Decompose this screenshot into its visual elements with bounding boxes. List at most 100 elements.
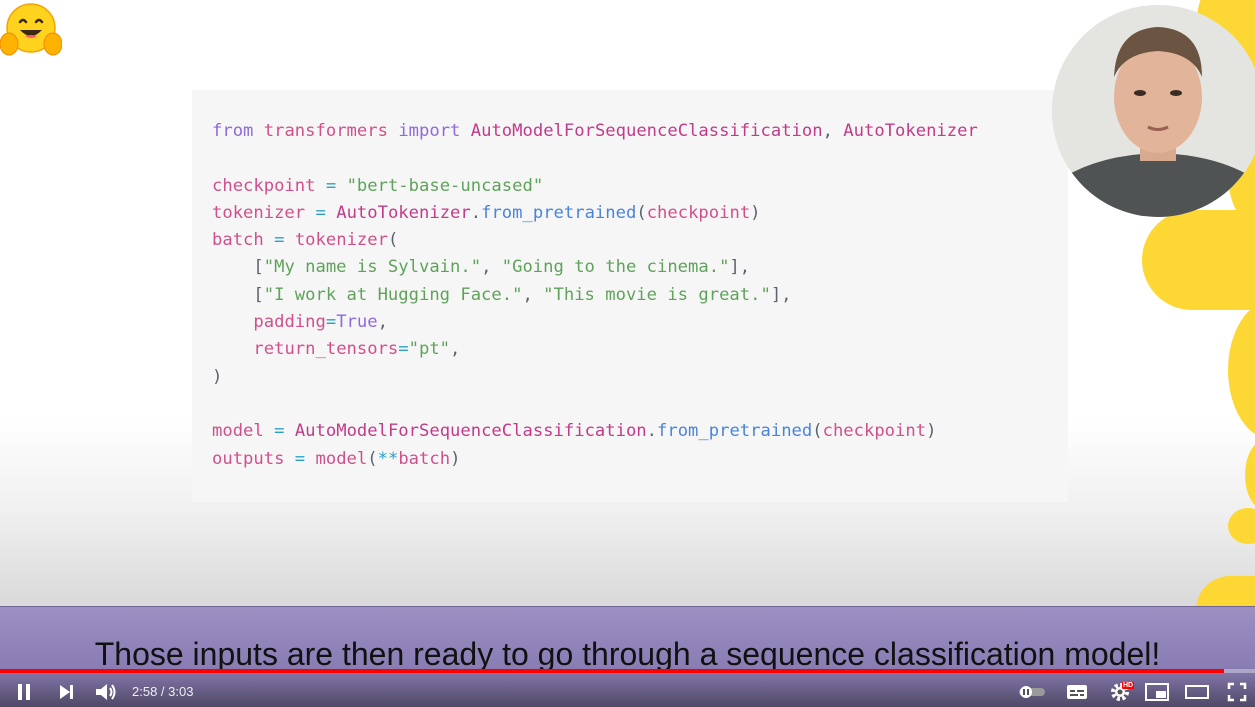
decorative-blob <box>1142 210 1255 310</box>
hugging-face-emoji-icon <box>0 3 62 56</box>
code-token: "Going to the cinema." <box>501 257 730 278</box>
volume-icon <box>96 683 116 700</box>
code-block: from transformers import AutoModelForSeq… <box>212 118 978 473</box>
theater-mode-button[interactable] <box>1182 676 1212 707</box>
code-token: = <box>398 339 409 360</box>
fullscreen-icon <box>1227 682 1247 701</box>
subtitles-button[interactable] <box>1062 676 1092 707</box>
code-token: . <box>646 421 658 442</box>
code-token: AutoModelForSequenceClassification <box>294 421 647 442</box>
code-token: "pt" <box>408 339 451 360</box>
code-token: "This movie is great." <box>543 284 771 305</box>
code-token: checkpoint <box>646 202 751 223</box>
presenter-illustration <box>1052 5 1255 217</box>
code-token: ( <box>387 230 399 251</box>
code-token: , <box>377 312 388 333</box>
code-line: ["I work at Hugging Face.", "This movie … <box>212 282 978 309</box>
code-token: tokenizer <box>294 230 388 251</box>
code-token: [ <box>212 284 264 305</box>
settings-button[interactable]: HD <box>1104 676 1136 707</box>
code-token: , <box>822 121 844 141</box>
time-display: 2:58 / 3:03 <box>132 684 194 699</box>
subtitles-icon <box>1067 684 1087 699</box>
video-frame[interactable]: from transformers import AutoModelForSeq… <box>0 0 1255 707</box>
code-token: ( <box>812 421 823 442</box>
code-line: model = AutoModelForSequenceClassificati… <box>212 418 978 445</box>
code-token: ], <box>770 284 792 305</box>
code-token: outputs <box>212 448 285 469</box>
code-token: = <box>274 421 285 442</box>
code-token: [ <box>212 257 264 278</box>
code-token: import <box>398 121 461 141</box>
volume-button[interactable] <box>92 676 120 707</box>
code-line: batch = tokenizer( <box>212 227 978 254</box>
code-token: tokenizer <box>212 202 306 223</box>
code-line: ) <box>212 364 978 391</box>
code-token: , <box>522 284 544 305</box>
code-line: tokenizer = AutoTokenizer.from_pretraine… <box>212 200 978 227</box>
miniplayer-button[interactable] <box>1142 676 1172 707</box>
code-token: return_tensors <box>253 339 399 360</box>
code-token: ) <box>450 448 461 469</box>
next-button[interactable] <box>52 676 80 707</box>
code-token: from <box>212 121 254 141</box>
progress-fill <box>0 669 1224 673</box>
code-line: padding=True, <box>212 309 978 336</box>
code-token: ) <box>926 421 937 442</box>
code-line: checkpoint = "bert-base-uncased" <box>212 173 978 200</box>
code-token: batch <box>398 448 451 469</box>
code-line: outputs = model(**batch) <box>212 446 978 473</box>
autoplay-toggle-icon <box>1019 685 1045 698</box>
code-line: from transformers import AutoModelForSeq… <box>212 118 978 145</box>
code-token: model <box>212 421 264 442</box>
code-token: padding <box>253 312 326 333</box>
code-token: "My name is Sylvain." <box>263 257 482 278</box>
next-icon <box>60 684 73 699</box>
code-token: ) <box>212 366 223 387</box>
code-token: ( <box>367 448 378 469</box>
autoplay-toggle[interactable] <box>1016 676 1048 707</box>
code-token: batch <box>212 230 264 251</box>
code-token: = <box>315 202 326 223</box>
code-token: . <box>470 202 482 223</box>
code-token: True <box>336 312 378 333</box>
code-token: AutoModelForSequenceClassification <box>470 121 823 141</box>
presenter-webcam <box>1052 5 1255 217</box>
code-token: checkpoint <box>212 175 316 196</box>
code-token: from_pretrained <box>481 202 637 223</box>
code-token: , <box>481 257 502 278</box>
hd-badge: HD <box>1122 682 1135 689</box>
code-token: "bert-base-uncased" <box>346 175 544 196</box>
code-token: "I work at Hugging Face." <box>263 284 523 305</box>
theater-mode-icon <box>1185 684 1209 699</box>
code-token: from_pretrained <box>657 421 813 442</box>
code-token: ( <box>636 202 647 223</box>
pause-icon <box>18 683 30 700</box>
decorative-blob <box>1228 508 1255 544</box>
code-token: = <box>274 230 285 251</box>
progress-bar[interactable] <box>0 669 1255 673</box>
fullscreen-button[interactable] <box>1222 676 1252 707</box>
code-token: model <box>315 448 368 469</box>
code-token: ** <box>377 448 399 469</box>
decorative-blob <box>1228 300 1255 440</box>
miniplayer-icon <box>1145 682 1169 701</box>
pause-button[interactable] <box>10 676 38 707</box>
code-token: transformers <box>263 121 388 141</box>
code-token: , <box>450 339 461 360</box>
